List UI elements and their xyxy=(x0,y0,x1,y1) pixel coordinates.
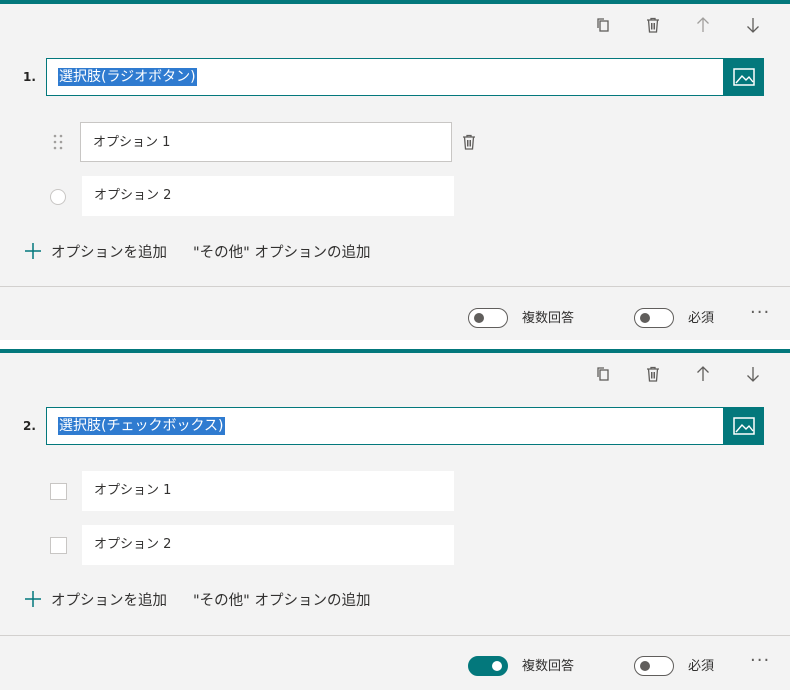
toggle-knob xyxy=(640,661,650,671)
toggle-knob xyxy=(474,313,484,323)
arrow-up-icon xyxy=(697,366,709,381)
more-options-button[interactable]: ··· xyxy=(750,650,770,671)
delete-question-button[interactable] xyxy=(640,12,666,38)
toggle-knob xyxy=(492,661,502,671)
required-toggle[interactable] xyxy=(634,656,674,676)
arrow-down-icon xyxy=(747,367,759,382)
add-option-button[interactable]: オプションを追加 xyxy=(51,589,167,610)
option-input-2[interactable]: オプション 2 xyxy=(82,525,454,565)
add-option-button[interactable]: オプションを追加 xyxy=(51,241,167,262)
question-title-text[interactable]: 選択肢(チェックボックス) xyxy=(58,417,225,435)
insert-image-button[interactable] xyxy=(723,407,764,445)
trash-icon xyxy=(647,17,659,33)
move-up-button[interactable] xyxy=(690,361,716,387)
plus-icon xyxy=(25,243,41,259)
option-input-1[interactable]: オプション 1 xyxy=(80,122,452,162)
delete-option-icon[interactable] xyxy=(460,133,478,151)
question-title-input[interactable]: 選択肢(チェックボックス) xyxy=(46,407,764,445)
option-input-1[interactable]: オプション 1 xyxy=(82,471,454,511)
question-number: 1. xyxy=(23,70,36,84)
option-label: オプション 2 xyxy=(94,537,172,552)
divider xyxy=(0,635,790,636)
move-down-button[interactable] xyxy=(740,12,766,38)
trash-icon xyxy=(647,366,659,382)
insert-image-button[interactable] xyxy=(723,58,764,96)
delete-question-button[interactable] xyxy=(640,361,666,387)
radio-option-2[interactable] xyxy=(50,189,66,205)
question-card-2[interactable]: 2. 選択肢(チェックボックス) オプション 1 オプション 2 オプションを追… xyxy=(0,349,790,690)
required-toggle[interactable] xyxy=(634,308,674,328)
toggle-knob xyxy=(640,313,650,323)
copy-icon xyxy=(597,18,609,32)
multiple-answers-label: 複数回答 xyxy=(522,311,575,326)
question-accent-bar xyxy=(0,0,790,4)
image-icon xyxy=(732,417,755,435)
copy-question-button[interactable] xyxy=(590,12,616,38)
multiple-answers-label: 複数回答 xyxy=(522,659,575,674)
required-label: 必須 xyxy=(688,311,715,326)
question-card-1[interactable]: 1. 選択肢(ラジオボタン) オプション 1 オプション 2 オプションを追加 … xyxy=(0,0,790,340)
arrow-up-icon xyxy=(697,17,709,32)
multiple-answers-toggle[interactable] xyxy=(468,656,508,676)
add-other-option-button[interactable]: "その他" オプションの追加 xyxy=(193,589,370,610)
question-title-input[interactable]: 選択肢(ラジオボタン) xyxy=(46,58,764,96)
add-other-option-button[interactable]: "その他" オプションの追加 xyxy=(193,241,370,262)
move-down-button[interactable] xyxy=(740,361,766,387)
required-label: 必須 xyxy=(688,659,715,674)
option-label: オプション 1 xyxy=(93,135,171,150)
more-options-button[interactable]: ··· xyxy=(750,302,770,323)
question-number: 2. xyxy=(23,419,36,433)
option-label: オプション 1 xyxy=(94,483,172,498)
copy-icon xyxy=(597,367,609,381)
copy-question-button[interactable] xyxy=(590,361,616,387)
option-input-2[interactable]: オプション 2 xyxy=(82,176,454,216)
divider xyxy=(0,286,790,287)
drag-handle-icon[interactable] xyxy=(53,134,63,150)
checkbox-option-1[interactable] xyxy=(50,483,67,500)
question-accent-bar xyxy=(0,349,790,353)
multiple-answers-toggle[interactable] xyxy=(468,308,508,328)
move-up-button[interactable] xyxy=(690,12,716,38)
image-icon xyxy=(732,68,755,86)
question-title-text[interactable]: 選択肢(ラジオボタン) xyxy=(58,68,197,86)
plus-icon xyxy=(25,591,41,607)
option-label: オプション 2 xyxy=(94,188,172,203)
checkbox-option-2[interactable] xyxy=(50,537,67,554)
arrow-down-icon xyxy=(747,18,759,33)
